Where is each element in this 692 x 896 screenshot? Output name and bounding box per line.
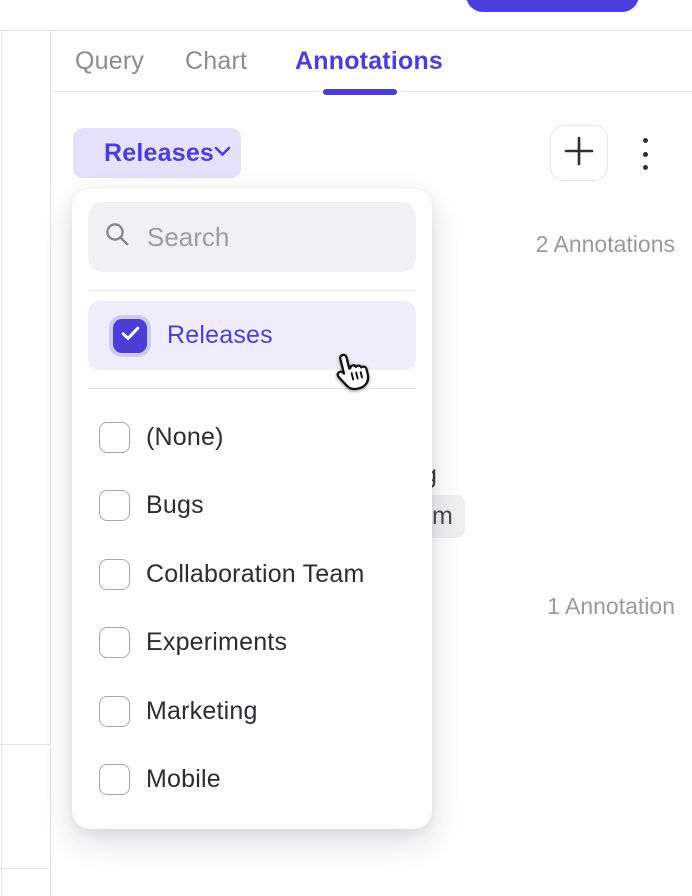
tab-chart[interactable]: Chart [185, 31, 247, 92]
add-annotation-button[interactable] [550, 125, 608, 181]
kebab-dot [643, 138, 648, 143]
plus-icon [564, 136, 594, 171]
kebab-dot [643, 152, 648, 157]
sidebar-row-divider [0, 868, 50, 869]
checkbox-unchecked[interactable] [99, 627, 130, 658]
window-left-border [1, 31, 2, 896]
kebab-dot [643, 165, 648, 170]
search-input[interactable] [147, 222, 398, 253]
checkbox-unchecked[interactable] [99, 559, 130, 590]
annotations-screen: Query Chart Annotations Releases 2 Annot… [0, 0, 692, 896]
releases-filter-dropdown: Releases (None) Bugs Collaboration Team … [72, 189, 432, 829]
top-bar [0, 0, 692, 31]
checkbox-unchecked[interactable] [99, 490, 130, 521]
option-bugs[interactable]: Bugs [88, 472, 416, 541]
releases-filter-button[interactable]: Releases [73, 128, 241, 178]
option-label: Mobile [146, 765, 221, 794]
option-experiments[interactable]: Experiments [88, 609, 416, 678]
option-label: Experiments [146, 628, 287, 657]
search-field[interactable] [88, 202, 416, 272]
option-label: (None) [146, 423, 224, 452]
tab-bar: Query Chart Annotations [51, 31, 692, 92]
chevron-down-icon [214, 144, 231, 162]
pointer-hand-cursor [329, 350, 375, 403]
option-label: Bugs [146, 491, 204, 520]
option-collaboration-team[interactable]: Collaboration Team [88, 540, 416, 609]
tab-annotations[interactable]: Annotations [295, 31, 443, 92]
filter-button-label: Releases [104, 139, 214, 168]
sidebar-divider [50, 31, 51, 896]
tab-query[interactable]: Query [75, 31, 144, 92]
option-marketing[interactable]: Marketing [88, 677, 416, 746]
divider [88, 290, 416, 291]
option-list: (None) Bugs Collaboration Team Experimen… [88, 403, 416, 814]
checkbox-checked[interactable] [113, 319, 147, 353]
sidebar-row-divider [0, 744, 50, 745]
annotation-group-count: 1 Annotation [547, 593, 675, 620]
checkbox-unchecked[interactable] [99, 696, 130, 727]
annotation-group-count: 2 Annotations [536, 231, 675, 258]
option-label: Releases [167, 321, 273, 350]
search-icon [104, 221, 131, 253]
option-label: Marketing [146, 697, 258, 726]
option-none[interactable]: (None) [88, 403, 416, 472]
more-options-button[interactable] [637, 138, 653, 170]
checkmark-icon [121, 326, 140, 346]
option-label: Collaboration Team [146, 560, 365, 589]
checkbox-unchecked[interactable] [99, 764, 130, 795]
checkbox-unchecked[interactable] [99, 422, 130, 453]
occluded-tag-text: m [432, 502, 453, 531]
option-mobile[interactable]: Mobile [88, 746, 416, 815]
active-tab-indicator [323, 89, 397, 95]
primary-action-button[interactable] [466, 0, 639, 12]
